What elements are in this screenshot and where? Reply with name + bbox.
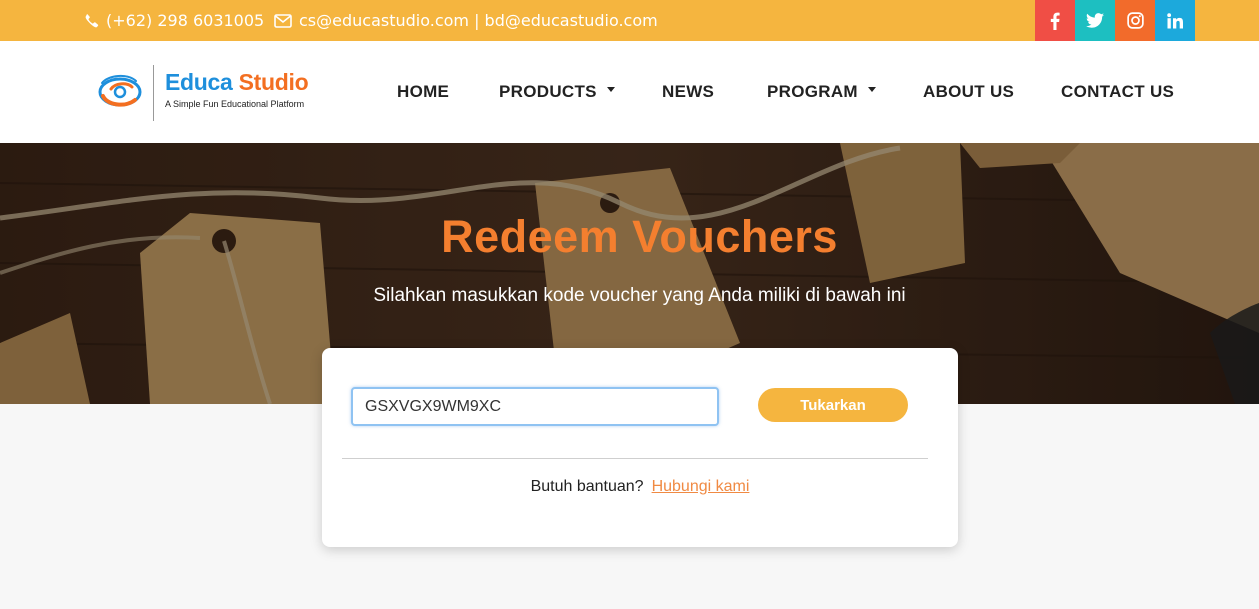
site-header: Educa Studio A Simple Fun Educational Pl… (0, 41, 1259, 143)
caret-down-icon (867, 86, 876, 92)
logo-swirl-icon (98, 75, 142, 107)
nav-products-label: PRODUCTS (499, 82, 597, 101)
instagram-icon (1126, 12, 1144, 29)
twitter-icon (1086, 13, 1104, 28)
linkedin-icon (1167, 12, 1183, 28)
instagram-link[interactable] (1115, 0, 1155, 41)
phone-contact[interactable]: (+62) 298 6031005 (84, 0, 264, 41)
linkedin-link[interactable] (1155, 0, 1195, 41)
page-subtitle: Silahkan masukkan kode voucher yang Anda… (373, 285, 906, 306)
educa-studio-logo[interactable]: Educa Studio A Simple Fun Educational Pl… (97, 65, 317, 121)
nav-news-label: NEWS (662, 82, 715, 101)
nav-program[interactable]: PROGRAM (767, 41, 876, 143)
contact-us-link[interactable]: Hubungi kami (652, 478, 750, 495)
facebook-link[interactable] (1035, 0, 1075, 41)
card-divider (342, 458, 928, 459)
twitter-link[interactable] (1075, 0, 1115, 41)
voucher-code-input[interactable] (351, 387, 719, 426)
nav-products[interactable]: PRODUCTS (499, 41, 615, 143)
logo-divider (153, 65, 154, 121)
social-links (1035, 0, 1195, 41)
logo-word-educa: Educa (165, 69, 233, 95)
phone-icon (85, 14, 99, 28)
top-bar: (+62) 298 6031005 cs@educastudio.com | b… (0, 0, 1259, 41)
nav-about-us[interactable]: ABOUT US (923, 41, 1014, 143)
caret-down-icon (606, 86, 615, 92)
logo-tagline: A Simple Fun Educational Platform (165, 99, 305, 109)
help-row: Butuh bantuan? Hubungi kami (322, 478, 958, 496)
logo-word-studio: Studio (238, 69, 309, 95)
redeem-button[interactable]: Tukarkan (758, 388, 908, 422)
nav-program-label: PROGRAM (767, 82, 858, 101)
nav-home-label: HOME (397, 82, 450, 101)
logo-title: Educa Studio (165, 69, 309, 96)
phone-text: (+62) 298 6031005 (106, 11, 265, 30)
nav-news[interactable]: NEWS (662, 41, 714, 143)
envelope-icon (274, 13, 292, 28)
facebook-icon (1050, 12, 1060, 30)
page-title: Redeem Vouchers (441, 211, 838, 262)
redeem-card: Tukarkan Butuh bantuan? Hubungi kami (322, 348, 958, 547)
nav-home[interactable]: HOME (397, 41, 449, 143)
email-text: cs@educastudio.com | bd@educastudio.com (299, 11, 658, 30)
nav-about-label: ABOUT US (923, 82, 1015, 101)
email-contact[interactable]: cs@educastudio.com | bd@educastudio.com (274, 0, 658, 41)
nav-contact-us[interactable]: CONTACT US (1061, 41, 1174, 143)
nav-contact-label: CONTACT US (1061, 82, 1175, 101)
help-text: Butuh bantuan? (530, 478, 644, 495)
